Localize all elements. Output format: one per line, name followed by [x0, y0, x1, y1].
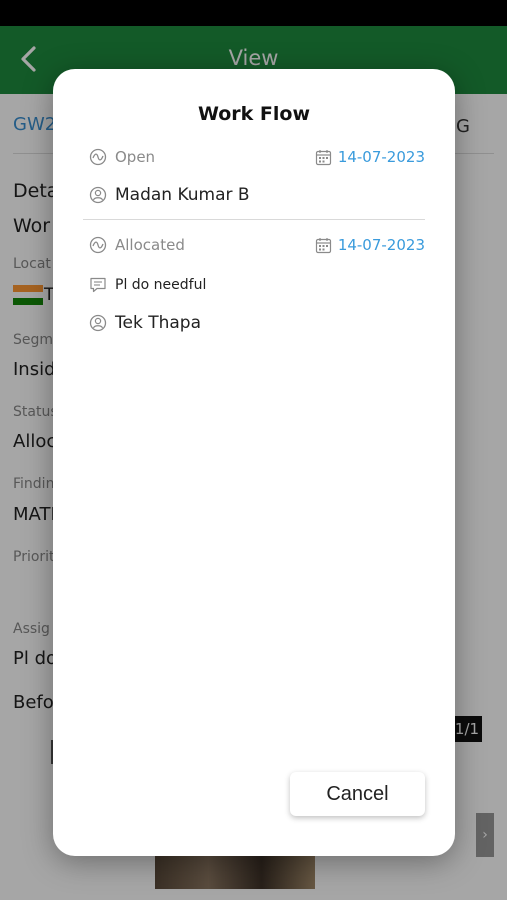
user-icon	[89, 314, 107, 332]
workflow-dialog: Work Flow Open 14-07-2023 Madan Kumar B …	[53, 69, 455, 856]
workflow-user: Madan Kumar B	[115, 185, 250, 205]
calendar-icon	[315, 237, 332, 254]
dialog-title: Work Flow	[197, 103, 311, 125]
status-wave-icon	[89, 148, 107, 166]
status-wave-icon	[89, 236, 107, 254]
workflow-date: 14-07-2023	[315, 234, 425, 256]
entry-divider	[83, 219, 425, 220]
workflow-user-row: Madan Kumar B	[89, 184, 425, 206]
cancel-button[interactable]: Cancel	[290, 772, 425, 816]
calendar-icon	[315, 149, 332, 166]
comment-icon	[89, 276, 107, 294]
workflow-status: Allocated	[115, 236, 185, 254]
workflow-status-row: Open 14-07-2023	[89, 146, 425, 168]
workflow-user: Tek Thapa	[115, 313, 201, 333]
workflow-date: 14-07-2023	[315, 146, 425, 168]
user-icon	[89, 186, 107, 204]
workflow-comment: Pl do needful	[115, 277, 207, 293]
workflow-date-text: 14-07-2023	[337, 148, 425, 166]
workflow-status-row: Allocated 14-07-2023	[89, 234, 425, 256]
workflow-status: Open	[115, 148, 156, 166]
workflow-user-row: Tek Thapa	[89, 312, 425, 334]
workflow-date-text: 14-07-2023	[337, 236, 425, 254]
workflow-comment-row: Pl do needful	[89, 274, 425, 296]
